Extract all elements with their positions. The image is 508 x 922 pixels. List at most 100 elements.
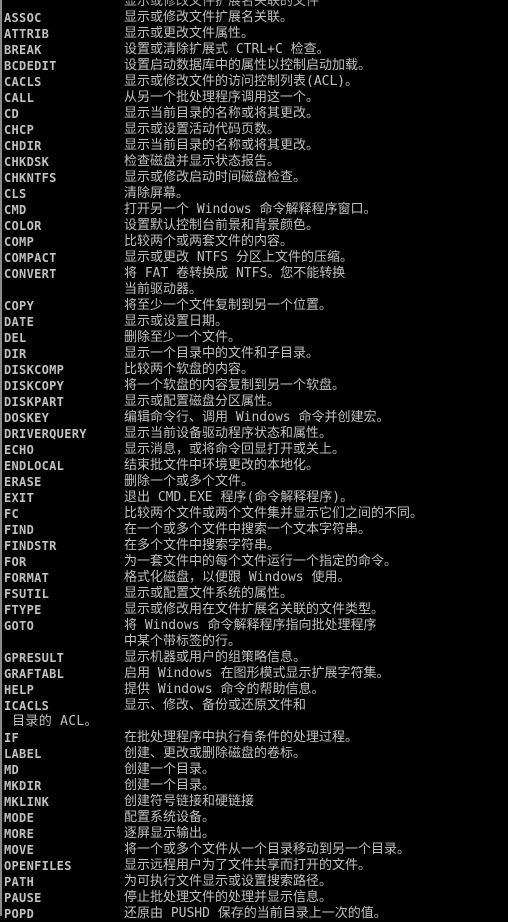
command-description: 比较两个文件或两个文件集并显示它们之间的不同。 [124, 506, 424, 521]
command-description: 为一套文件中的每个文件运行一个指定的命令。 [124, 554, 398, 569]
help-row: DRIVERQUERY 显示当前设备驱动程序状态和属性。 [4, 426, 508, 442]
command-description: 显示当前目录的名称或将其更改。 [124, 138, 320, 153]
command-name: DISKCOMP [4, 363, 65, 377]
help-row: DISKPART 显示或配置磁盘分区属性。 [4, 394, 508, 410]
command-name: GRAFTABL [4, 667, 65, 681]
command-name: CONVERT [4, 267, 57, 281]
command-description: 从另一个批处理程序调用这一个。 [124, 90, 320, 105]
command-description: 比较两个软盘的内容。 [124, 362, 255, 377]
help-row: ERASE 删除一个或多个文件。 [4, 474, 508, 490]
command-description: 显示或设置日期。 [124, 314, 229, 329]
command-description: 格式化磁盘，以便跟 Windows 使用。 [124, 570, 351, 585]
partial-line-text: 显示或修改文件扩展名关联的文件 [124, 0, 320, 9]
command-name: MODE [4, 811, 35, 825]
command-description: 设置启动数据库中的属性以控制启动加载。 [124, 58, 372, 73]
command-name: COMP [4, 235, 35, 249]
help-row: FOR 为一套文件中的每个文件运行一个指定的命令。 [4, 554, 508, 570]
command-description: 显示远程用户为了文件共享而打开的文件。 [124, 858, 372, 873]
command-description: 显示或更改 NTFS 分区上文件的压缩。 [124, 250, 353, 265]
console-output[interactable]: 显示或修改文件扩展名关联的文件 ASSOC 显示或修改文件扩展名关联。 ATTRIB… [4, 0, 508, 922]
help-row: MD 创建一个目录。 [4, 762, 508, 778]
command-name: FC [4, 507, 20, 521]
command-name: 目录的 ACL。 [4, 714, 98, 729]
command-name: GOTO [4, 619, 35, 633]
command-name: OPENFILES [4, 859, 72, 873]
command-description: 显示当前设备驱动程序状态和属性。 [124, 426, 333, 441]
command-description: 显示或修改用在文件扩展名关联的文件类型。 [124, 602, 385, 617]
help-row: HELP 提供 Windows 命令的帮助信息。 [4, 682, 508, 698]
help-row: ASSOC 显示或修改文件扩展名关联。 [4, 10, 508, 26]
help-row: CHKDSK 检查磁盘并显示状态报告。 [4, 154, 508, 170]
command-name: PATH [4, 875, 35, 889]
help-row: DISKCOPY 将一个软盘的内容复制到另一个软盘。 [4, 378, 508, 394]
help-row: MKLINK 创建符号链接和硬链接 [4, 794, 508, 810]
command-name: CD [4, 107, 20, 121]
command-description: 打开另一个 Windows 命令解释程序窗口。 [124, 202, 377, 217]
command-description: 逐屏显示输出。 [124, 826, 216, 841]
help-row: FC 比较两个文件或两个文件集并显示它们之间的不同。 [4, 506, 508, 522]
help-row: FINDSTR 在多个文件中搜索字符串。 [4, 538, 508, 554]
command-description: 在多个文件中搜索字符串。 [124, 538, 281, 553]
help-row: LABEL 创建、更改或删除磁盘的卷标。 [4, 746, 508, 762]
help-row: CHCP 显示或设置活动代码页数。 [4, 122, 508, 138]
help-row: ICACLS 显示、修改、备份或还原文件和 [4, 698, 508, 714]
command-name: FINDSTR [4, 539, 57, 553]
command-name: ICACLS [4, 699, 50, 713]
help-row: COLOR 设置默认控制台前景和背景颜色。 [4, 218, 508, 234]
command-name: BREAK [4, 43, 42, 57]
command-description: 将至少一个文件复制到另一个位置。 [124, 298, 333, 313]
command-description: 在批处理程序中执行有条件的处理过程。 [124, 730, 359, 745]
help-row: ATTRIB 显示或更改文件属性。 [4, 26, 508, 42]
command-description: 显示或修改文件的访问控制列表(ACL)。 [124, 74, 359, 89]
command-name: MOVE [4, 843, 35, 857]
command-description: 中某个带标签的行。 [124, 634, 242, 649]
command-description: 显示或修改启动时间磁盘检查。 [124, 170, 307, 185]
help-row: DISKCOMP 比较两个软盘的内容。 [4, 362, 508, 378]
command-description: 编辑命令行、调用 Windows 命令并创建宏。 [124, 410, 390, 425]
command-name: DIR [4, 347, 27, 361]
command-description: 显示或修改文件扩展名关联。 [124, 10, 294, 25]
command-name: DISKPART [4, 395, 65, 409]
help-row: CHKNTFS 显示或修改启动时间磁盘检查。 [4, 170, 508, 186]
help-row: DATE 显示或设置日期。 [4, 314, 508, 330]
command-name: CALL [4, 91, 35, 105]
help-row: CHDIR 显示当前目录的名称或将其更改。 [4, 138, 508, 154]
command-description: 停止批处理文件的处理并显示信息。 [124, 890, 333, 905]
command-name: ERASE [4, 475, 42, 489]
command-name: IF [4, 731, 20, 745]
command-name: MKLINK [4, 795, 50, 809]
command-name: COPY [4, 299, 35, 313]
help-row: MORE 逐屏显示输出。 [4, 826, 508, 842]
command-name: FSUTIL [4, 587, 50, 601]
help-row: 目录的 ACL。 [4, 714, 508, 730]
command-description: 显示当前目录的名称或将其更改。 [124, 106, 320, 121]
help-row: MOVE 将一个或多个文件从一个目录移动到另一个目录。 [4, 842, 508, 858]
command-name: CHDIR [4, 139, 42, 153]
help-row: FSUTIL 显示或配置文件系统的属性。 [4, 586, 508, 602]
help-row: IF 在批处理程序中执行有条件的处理过程。 [4, 730, 508, 746]
help-row: FIND 在一个或多个文件中搜索一个文本字符串。 [4, 522, 508, 538]
command-name [4, 634, 124, 650]
command-name: CLS [4, 187, 27, 201]
command-name [4, 282, 124, 298]
command-name: CHKDSK [4, 155, 50, 169]
command-description: 将一个或多个文件从一个目录移动到另一个目录。 [124, 842, 411, 857]
command-name: FOR [4, 555, 27, 569]
command-description: 显示或更改文件属性。 [124, 26, 255, 41]
help-row: CD 显示当前目录的名称或将其更改。 [4, 106, 508, 122]
command-description: 提供 Windows 命令的帮助信息。 [124, 682, 325, 697]
command-name: CHKNTFS [4, 171, 57, 185]
command-name: FORMAT [4, 571, 50, 585]
command-description: 配置系统设备。 [124, 810, 216, 825]
help-row: FTYPE 显示或修改用在文件扩展名关联的文件类型。 [4, 602, 508, 618]
command-description: 将一个软盘的内容复制到另一个软盘。 [124, 378, 346, 393]
help-row: BCDEDIT 设置启动数据库中的属性以控制启动加载。 [4, 58, 508, 74]
command-name: LABEL [4, 747, 42, 761]
command-description: 还原由 PUSHD 保存的当前目录上一次的值。 [124, 906, 387, 921]
command-description: 创建一个目录。 [124, 762, 216, 777]
command-name: POPD [4, 907, 35, 921]
command-description: 显示消息，或将命令回显打开或关上。 [124, 442, 346, 457]
command-name: CACLS [4, 75, 42, 89]
command-description: 创建一个目录。 [124, 778, 216, 793]
help-row: GRAFTABL 启用 Windows 在图形模式显示扩展字符集。 [4, 666, 508, 682]
